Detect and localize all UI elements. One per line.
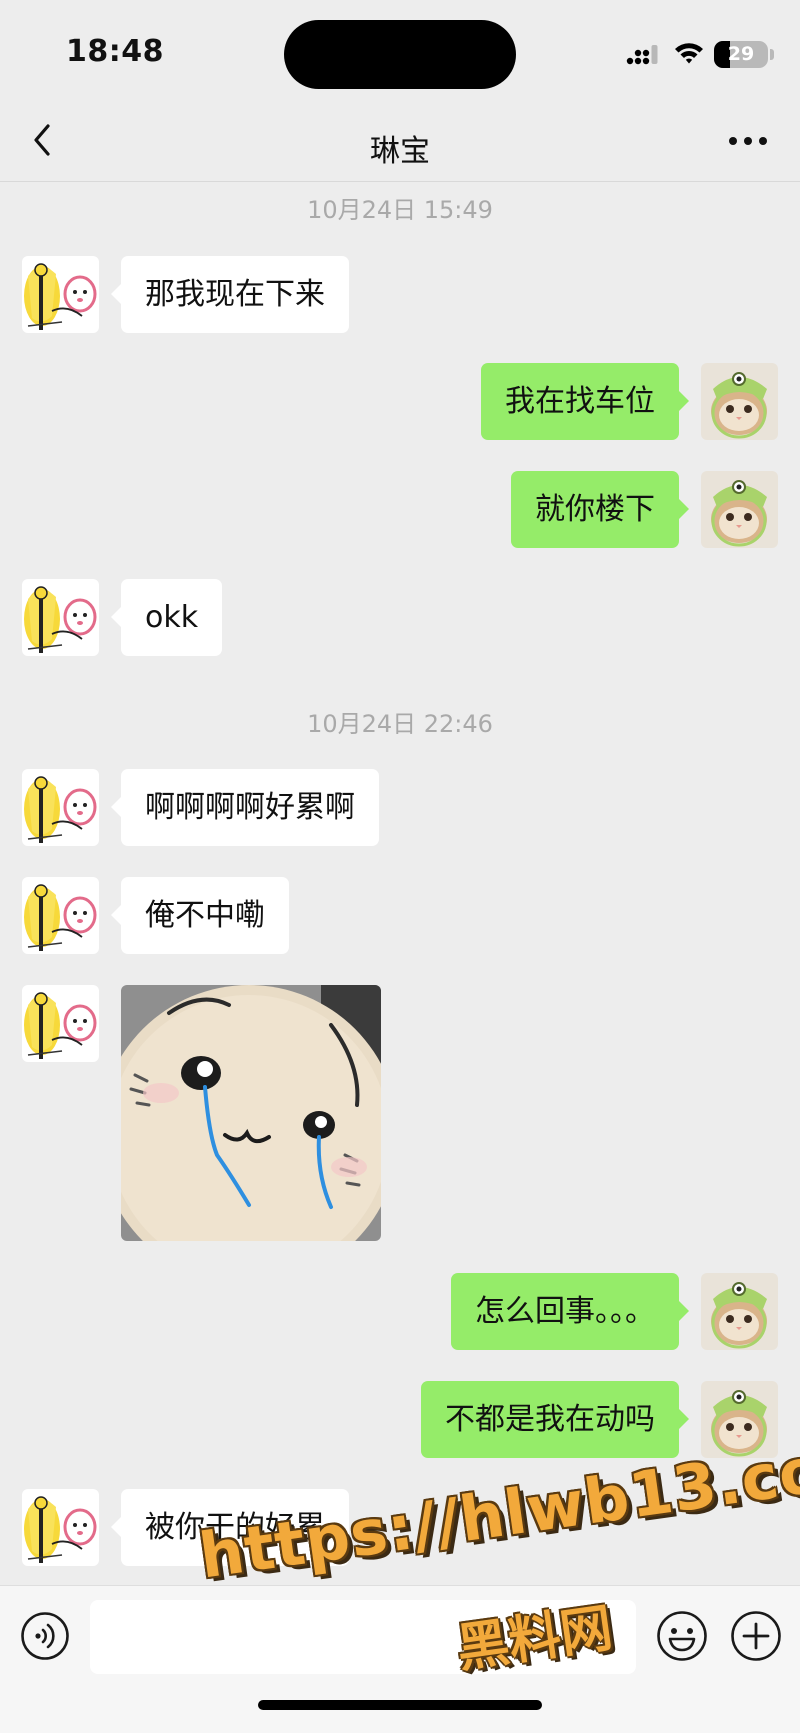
contact-avatar[interactable] (22, 579, 99, 656)
chat-input-bar (0, 1585, 800, 1733)
emoji-icon[interactable] (656, 1610, 708, 1662)
chat-header: 琳宝 (0, 100, 800, 182)
crying-plush-sticker[interactable] (121, 985, 381, 1241)
battery-level: 29 (727, 43, 755, 65)
contact-avatar[interactable] (22, 256, 99, 333)
message-bubble-sent[interactable]: 不都是我在动吗 (421, 1381, 689, 1458)
message-bubble-received[interactable]: 被你干的好累 (111, 1489, 349, 1566)
cellular-signal-icon (626, 45, 658, 65)
self-avatar[interactable] (701, 363, 778, 440)
message-input[interactable] (90, 1600, 636, 1674)
dynamic-island (284, 20, 516, 89)
contact-avatar[interactable] (22, 985, 99, 1062)
self-avatar[interactable] (701, 1273, 778, 1350)
self-avatar[interactable] (701, 1381, 778, 1458)
message-timestamp: 10月24日 15:49 (307, 196, 493, 224)
message-bubble-received[interactable]: 那我现在下来 (111, 256, 349, 333)
message-timestamp: 10月24日 22:46 (307, 710, 493, 738)
self-avatar[interactable] (701, 471, 778, 548)
message-bubble-received[interactable]: okk (110, 579, 223, 656)
home-indicator (258, 1700, 542, 1710)
wifi-icon (675, 43, 703, 64)
message-bubble-sent[interactable]: 怎么回事。。。 (451, 1273, 689, 1350)
contact-avatar[interactable] (22, 877, 99, 954)
more-dots-icon[interactable] (726, 130, 770, 152)
message-bubble-received[interactable]: 啊啊啊啊好累啊 (111, 769, 379, 846)
contact-avatar[interactable] (22, 769, 99, 846)
plus-icon[interactable] (730, 1610, 782, 1662)
chat-title: 琳宝 (370, 134, 430, 169)
contact-avatar[interactable] (22, 1489, 99, 1566)
battery-indicator: 29 (714, 41, 768, 68)
message-bubble-sent[interactable]: 就你楼下 (511, 471, 689, 548)
battery-tip (770, 49, 774, 60)
voice-icon[interactable] (20, 1611, 70, 1661)
message-bubble-sent[interactable]: 我在找车位 (481, 363, 689, 440)
status-time: 18:48 (66, 34, 164, 69)
status-bar: 18:48 29 (0, 0, 800, 100)
message-bubble-received[interactable]: 俺不中嘞 (111, 877, 289, 954)
